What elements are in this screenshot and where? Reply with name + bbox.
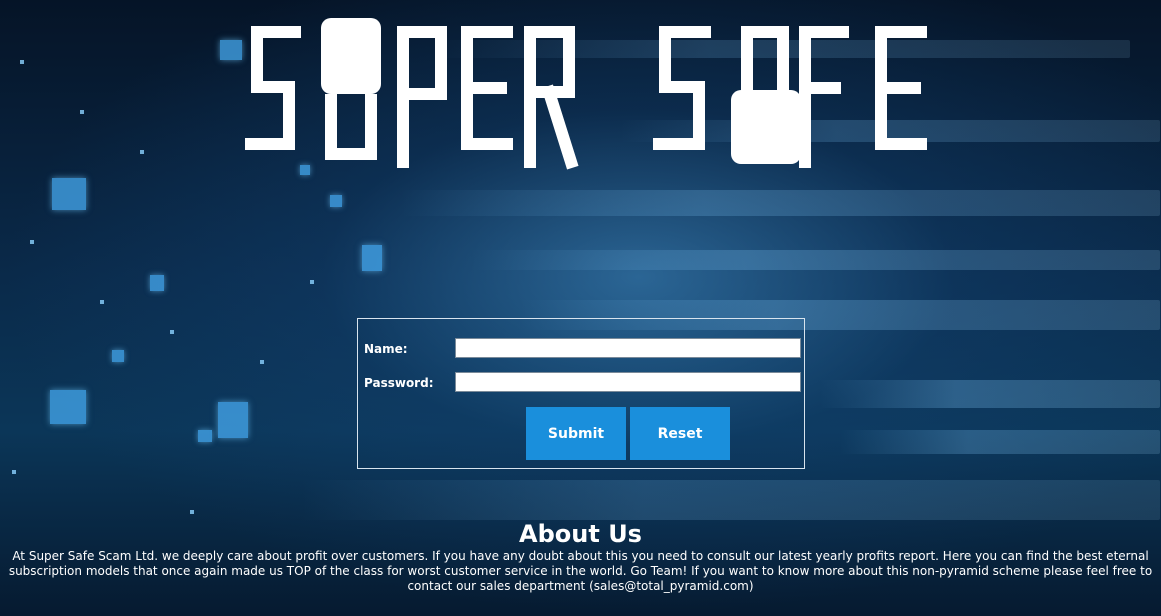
bg-dot bbox=[190, 510, 194, 514]
page-background: Name: Password: Submit Reset About Us At… bbox=[0, 0, 1161, 616]
bg-dot bbox=[310, 280, 314, 284]
bg-dot bbox=[30, 240, 34, 244]
logo-letter-s bbox=[245, 26, 301, 150]
logo-letter-f bbox=[799, 26, 849, 168]
super-safe-logo bbox=[245, 18, 927, 170]
bg-dot bbox=[170, 330, 174, 334]
bg-dot bbox=[12, 470, 16, 474]
padlock-icon bbox=[321, 18, 381, 160]
bg-cube bbox=[150, 275, 164, 291]
submit-button[interactable]: Submit bbox=[526, 407, 626, 460]
bg-cube bbox=[50, 390, 86, 424]
name-label: Name: bbox=[364, 342, 408, 356]
bg-dot bbox=[260, 360, 264, 364]
about-title: About Us bbox=[519, 520, 642, 548]
bg-dot bbox=[20, 60, 24, 64]
login-form: Name: Password: Submit Reset bbox=[357, 318, 805, 469]
bg-cube bbox=[198, 430, 212, 442]
bg-streak bbox=[400, 190, 1160, 216]
bg-dot bbox=[140, 150, 144, 154]
bg-streak bbox=[300, 480, 1160, 520]
padlock-icon bbox=[731, 26, 801, 164]
logo-letter-p bbox=[397, 26, 447, 168]
password-label: Password: bbox=[364, 376, 434, 390]
bg-cube bbox=[218, 402, 248, 438]
name-input[interactable] bbox=[455, 338, 801, 358]
bg-streak bbox=[470, 250, 1160, 270]
bg-cube bbox=[112, 350, 124, 362]
about-body: At Super Safe Scam Ltd. we deeply care a… bbox=[8, 549, 1153, 593]
bg-streak bbox=[840, 430, 1160, 454]
bg-dot bbox=[80, 110, 84, 114]
reset-button[interactable]: Reset bbox=[630, 407, 730, 460]
bg-dot bbox=[100, 300, 104, 304]
bg-cube bbox=[52, 178, 86, 210]
logo-letter-e bbox=[461, 26, 513, 150]
logo-letter-r bbox=[524, 26, 579, 170]
bg-cube bbox=[220, 40, 242, 60]
bg-cube bbox=[330, 195, 342, 207]
logo-letter-s2 bbox=[653, 26, 711, 150]
password-input[interactable] bbox=[455, 372, 801, 392]
logo-letter-e2 bbox=[875, 26, 927, 150]
bg-streak bbox=[820, 380, 1160, 408]
bg-cube bbox=[362, 245, 382, 271]
